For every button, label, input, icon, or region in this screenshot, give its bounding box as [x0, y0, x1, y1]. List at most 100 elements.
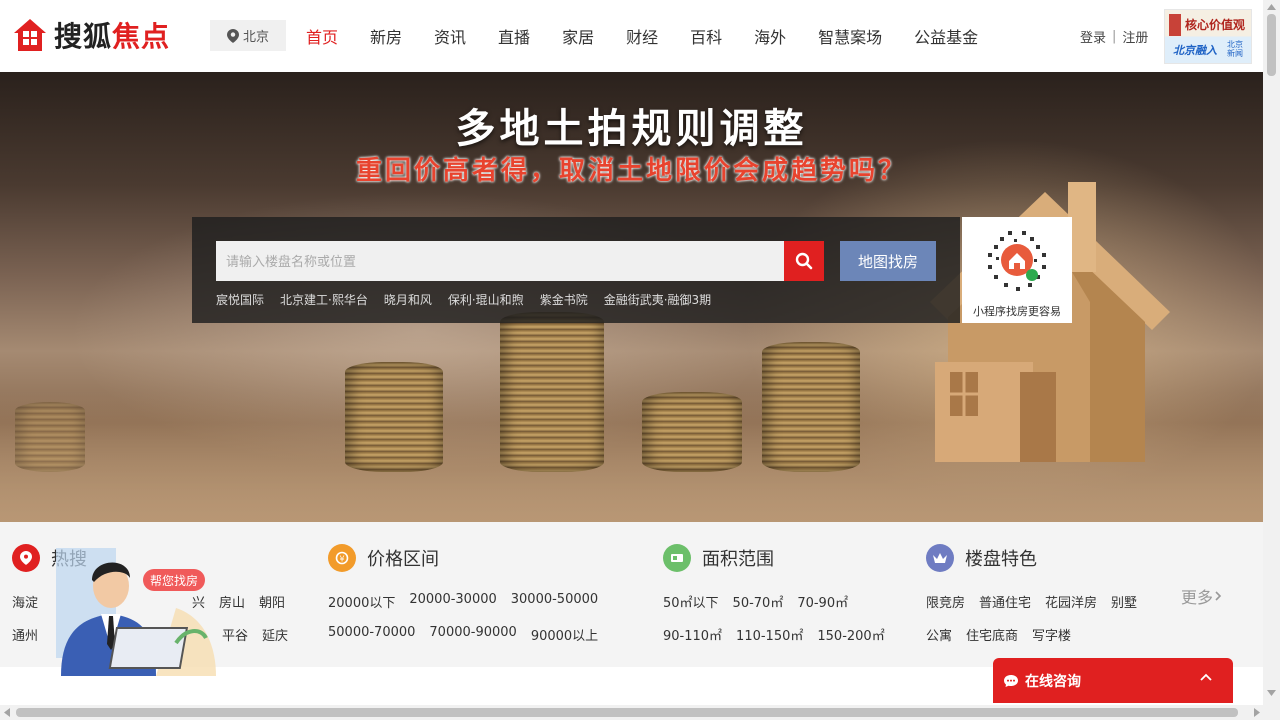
price-link[interactable]: 50000-70000 [328, 625, 415, 644]
main-nav: 首页 新房 资讯 直播 家居 财经 百科 海外 智慧案场 公益基金 [290, 0, 994, 72]
property-feature-title: 楼盘特色 [965, 549, 1037, 570]
hot-link[interactable]: 金融街武夷·融御3期 [604, 291, 711, 308]
ad-line-3: 北京新闻 [1227, 40, 1243, 58]
area-icon [663, 544, 691, 572]
nav-live[interactable]: 直播 [482, 24, 546, 48]
more-label: 更多 [1181, 588, 1214, 607]
search-icon [795, 252, 813, 270]
feature-link[interactable]: 公寓 [926, 625, 952, 644]
price-link[interactable]: 30000-50000 [511, 592, 598, 611]
price-link[interactable]: 20000-30000 [409, 592, 496, 611]
price-link[interactable]: 70000-90000 [429, 625, 516, 644]
seal-icon [1169, 14, 1181, 36]
more-filters-link[interactable]: 更多 [1181, 584, 1223, 608]
hero-subheadline: 重回价高者得，取消土地限价会成趋势吗？ [355, 156, 907, 186]
nav-home[interactable]: 首页 [290, 24, 354, 48]
online-consult-bar[interactable]: 在线咨询 [993, 658, 1233, 703]
district-link[interactable]: 延庆 [262, 625, 288, 644]
price-link[interactable]: 20000以下 [328, 592, 395, 611]
search-input[interactable] [216, 241, 784, 281]
logo-text-sohu: 搜狐 [54, 20, 113, 53]
register-link[interactable]: 注册 [1122, 27, 1148, 46]
nav-home-decor[interactable]: 家居 [546, 24, 610, 48]
area-link[interactable]: 150-200㎡ [817, 625, 884, 644]
login-link[interactable]: 登录 [1080, 27, 1106, 46]
feature-link[interactable]: 住宅底商 [966, 625, 1018, 644]
search-button[interactable] [784, 241, 824, 281]
feature-link[interactable]: 限竞房 [926, 592, 965, 611]
help-find-home-bubble[interactable]: 帮您找房 [143, 569, 205, 591]
vertical-scrollbar[interactable] [1263, 0, 1280, 705]
ad-line-2: 北京融入 [1173, 44, 1217, 57]
qr-code-icon [981, 224, 1053, 296]
mini-program-qr[interactable]: 小程序找房更容易 [962, 217, 1072, 323]
core-values-ad[interactable]: 核心价值观 北京融入 北京新闻 [1164, 9, 1252, 64]
feature-link[interactable]: 写字楼 [1032, 625, 1071, 644]
agent-mascot-icon[interactable] [36, 548, 222, 676]
nav-wiki[interactable]: 百科 [674, 24, 738, 48]
feature-link[interactable]: 普通住宅 [979, 592, 1031, 611]
district-link[interactable]: 海淀 [12, 592, 38, 611]
hero-banner[interactable]: 多地土拍规则调整 重回价高者得，取消土地限价会成趋势吗？ 地图找房 宸悦国际 北… [0, 72, 1263, 522]
consult-label: 在线咨询 [1025, 673, 1081, 690]
chevron-right-icon [1215, 591, 1222, 601]
house-logo-icon [12, 17, 48, 53]
area-range-title: 面积范围 [702, 549, 774, 570]
area-link[interactable]: 50-70㎡ [733, 592, 784, 611]
crown-icon [926, 544, 954, 572]
coin-stack-3 [642, 392, 742, 472]
nav-news[interactable]: 资讯 [418, 24, 482, 48]
area-link[interactable]: 110-150㎡ [736, 625, 803, 644]
scroll-up-arrow-icon[interactable] [1267, 4, 1276, 10]
map-search-button[interactable]: 地图找房 [840, 241, 936, 281]
district-link[interactable]: 平谷 [222, 625, 248, 644]
chat-bubble-icon [1004, 674, 1018, 687]
price-link[interactable]: 90000以上 [531, 625, 598, 644]
hero-headline: 多地土拍规则调整 [455, 106, 808, 152]
vertical-scrollbar-thumb[interactable] [1267, 14, 1276, 76]
hot-link[interactable]: 紫金书院 [540, 291, 588, 308]
district-link[interactable]: 朝阳 [259, 592, 285, 611]
district-link[interactable]: 房山 [219, 592, 245, 611]
location-pin-icon [226, 28, 239, 43]
hot-search-links: 宸悦国际 北京建工·熙华台 晓月和风 保利·琨山和煦 紫金书院 金融街武夷·融御… [216, 291, 727, 308]
coin-stack-2 [500, 312, 604, 472]
site-logo[interactable]: 搜狐焦点 [12, 14, 170, 56]
horizontal-scrollbar-thumb[interactable] [16, 708, 1238, 717]
hot-link[interactable]: 晓月和风 [384, 291, 432, 308]
hot-link[interactable]: 保利·琨山和煦 [448, 291, 524, 308]
qr-caption: 小程序找房更容易 [973, 305, 1061, 318]
auth-separator: | [1112, 29, 1117, 44]
logo-text-focus: 焦点 [112, 20, 171, 53]
area-range-block: 面积范围 50㎡以下 50-70㎡ 70-90㎡ 90-110㎡ 110-150… [663, 544, 899, 644]
area-link[interactable]: 70-90㎡ [797, 592, 848, 611]
area-link[interactable]: 90-110㎡ [663, 625, 722, 644]
nav-smart-sales[interactable]: 智慧案场 [802, 24, 898, 48]
city-label: 北京 [242, 30, 269, 45]
scroll-down-arrow-icon[interactable] [1267, 690, 1276, 696]
hot-link[interactable]: 北京建工·熙华台 [280, 291, 368, 308]
nav-new-homes[interactable]: 新房 [354, 24, 418, 48]
feature-link[interactable]: 别墅 [1111, 592, 1137, 611]
nav-charity-fund[interactable]: 公益基金 [898, 24, 994, 48]
coin-stack-1 [345, 362, 443, 472]
ad-line-1: 核心价值观 [1185, 18, 1246, 32]
svg-text:¥: ¥ [339, 555, 344, 564]
scroll-left-arrow-icon[interactable] [4, 708, 10, 717]
city-selector[interactable]: 北京 [210, 20, 286, 51]
chevron-up-icon[interactable] [1199, 672, 1213, 682]
horizontal-scrollbar[interactable] [0, 705, 1280, 720]
price-tag-icon: ¥ [328, 544, 356, 572]
search-panel: 地图找房 宸悦国际 北京建工·熙华台 晓月和风 保利·琨山和煦 紫金书院 金融街… [192, 217, 960, 323]
hot-link[interactable]: 宸悦国际 [216, 291, 264, 308]
auth-links: 登录 | 注册 [1080, 27, 1148, 46]
nav-overseas[interactable]: 海外 [738, 24, 802, 48]
district-link[interactable]: 通州 [12, 625, 38, 644]
feature-link[interactable]: 花园洋房 [1045, 592, 1097, 611]
property-feature-block: 楼盘特色 限竞房 普通住宅 花园洋房 别墅 公寓 住宅底商 写字楼 [926, 544, 1151, 644]
price-range-title: 价格区间 [367, 549, 439, 570]
coin-stack-left [15, 402, 85, 472]
nav-finance[interactable]: 财经 [610, 24, 674, 48]
area-link[interactable]: 50㎡以下 [663, 592, 719, 611]
scroll-right-arrow-icon[interactable] [1254, 708, 1260, 717]
